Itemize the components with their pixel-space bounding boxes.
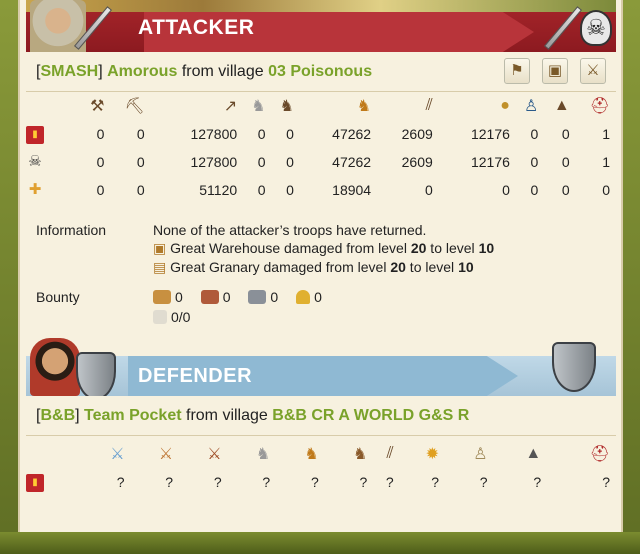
lumber-icon <box>153 290 171 304</box>
ram-icon: ⫽ <box>386 445 394 462</box>
defender-village-link[interactable]: B&B CR A WORLD G&S R <box>272 407 469 424</box>
defender-alliance-link[interactable]: B&B <box>40 407 75 424</box>
attacker-title: ATTACKER <box>138 16 255 39</box>
attacker-troops-table: ⚒ ⛏ ↗ ♞ ♞ ♞ ⫽ ● ♙ ▲ ⛑ ▮ 0 0 127800 0 0 4… <box>26 92 610 204</box>
bounty-capacity: 0/0 <box>153 309 190 325</box>
info-line-granary: ▤ Great Granary damaged from level 20 to… <box>153 259 474 275</box>
simulate-button[interactable]: ▣ <box>542 58 568 84</box>
axe-icon: ⛏ <box>124 98 145 115</box>
footer-grass <box>0 532 640 554</box>
banner-scenery <box>26 0 616 12</box>
sword-icon: ⚔ <box>158 446 174 463</box>
combat-simulator-button[interactable]: ⚔ <box>580 58 606 84</box>
defender-player-row: [B&B] Team Pocket from village B&B CR A … <box>26 396 616 436</box>
information-label: Information <box>36 222 107 238</box>
iron-icon <box>248 290 267 304</box>
troop-icons-row: ⚒ ⛏ ↗ ♞ ♞ ♞ ⫽ ● ♙ ▲ ⛑ <box>26 92 610 120</box>
clay-icon <box>200 290 219 304</box>
defender-player-link[interactable]: Team Pocket <box>84 407 182 424</box>
dead-troops-icon: ☠ <box>28 153 42 170</box>
crop-icon <box>296 290 311 304</box>
defender-troops-table: ⚔ ⚔ ⚔ ♞ ♞ ♞ ⫽ ✹ ♙ ▲ ⛑ ▮ ? ? ? ? ? ? ? ? … <box>26 440 610 496</box>
settler-icon: ▲ <box>525 445 542 462</box>
table-row: ▮ ? ? ? ? ? ? ? ? ? ? ? <box>26 468 610 496</box>
troop-icons-row: ⚔ ⚔ ⚔ ♞ ♞ ♞ ⫽ ✹ ♙ ▲ ⛑ <box>26 440 610 468</box>
troops-sent-icon: ▮ <box>26 126 44 144</box>
table-row: ☠ 0 0 127800 0 0 47262 2609 12176 0 0 1 <box>26 148 610 176</box>
chief-icon: ♙ <box>473 446 488 463</box>
horse-icon: ♞ <box>279 98 294 115</box>
skull-icon: ☠ <box>580 10 612 46</box>
attacker-banner <box>26 0 616 52</box>
spear-icon: ↗ <box>223 98 238 115</box>
attacker-alliance-link[interactable]: SMASH <box>40 63 98 80</box>
attacker-player-link[interactable]: Amorous <box>107 63 177 80</box>
troops-sent-icon: ▮ <box>26 474 44 492</box>
sword-icon: ⚔ <box>110 446 125 463</box>
hero-icon: ⛑ <box>589 98 610 115</box>
fire-icon: ✹ <box>425 446 440 463</box>
granary-icon: ▤ <box>153 259 167 275</box>
hero-icon: ⛑ <box>589 446 610 463</box>
horse-icon: ♞ <box>304 446 319 463</box>
settler-icon: ▲ <box>553 97 570 114</box>
horse-icon: ♞ <box>352 446 368 463</box>
horse-scout-icon: ♞ <box>251 98 266 115</box>
table-row: ✚ 0 0 51120 0 0 18904 0 0 0 0 0 <box>26 176 610 204</box>
repeat-attack-button[interactable]: ⚑ <box>504 58 530 84</box>
from-village-text: from village <box>186 407 268 424</box>
chief-icon: ♙ <box>523 98 539 115</box>
horse-icon: ♞ <box>255 446 271 463</box>
ram-icon: ⫽ <box>425 97 433 114</box>
wounded-troops-icon: ✚ <box>28 181 42 198</box>
bounty-section: Bounty 0 0 0 0 0/0 <box>36 289 606 329</box>
info-line-returned: None of the attacker’s troops have retur… <box>153 222 427 238</box>
warehouse-icon: ▣ <box>153 240 167 256</box>
hammer-icon: ⚒ <box>90 98 105 115</box>
catapult-icon: ● <box>500 97 510 114</box>
attacker-player-row: [SMASH] Amorous from village 03 Poisonou… <box>26 52 616 92</box>
defender-avatar <box>30 338 80 396</box>
info-line-warehouse: ▣ Great Warehouse damaged from level 20 … <box>153 240 495 256</box>
knight-horse-icon: ♞ <box>356 98 372 115</box>
bounty-label: Bounty <box>36 289 80 305</box>
information-section: Information None of the attacker’s troop… <box>36 222 606 282</box>
capacity-icon <box>153 310 167 324</box>
sword-icon: ⚔ <box>207 446 222 463</box>
attacker-village-link[interactable]: 03 Poisonous <box>268 63 372 80</box>
from-village-text: from village <box>181 63 264 80</box>
table-row: ▮ 0 0 127800 0 0 47262 2609 12176 0 0 1 <box>26 120 610 148</box>
bounty-resources: 0 0 0 0 <box>153 289 336 305</box>
defender-title: DEFENDER <box>138 365 253 387</box>
